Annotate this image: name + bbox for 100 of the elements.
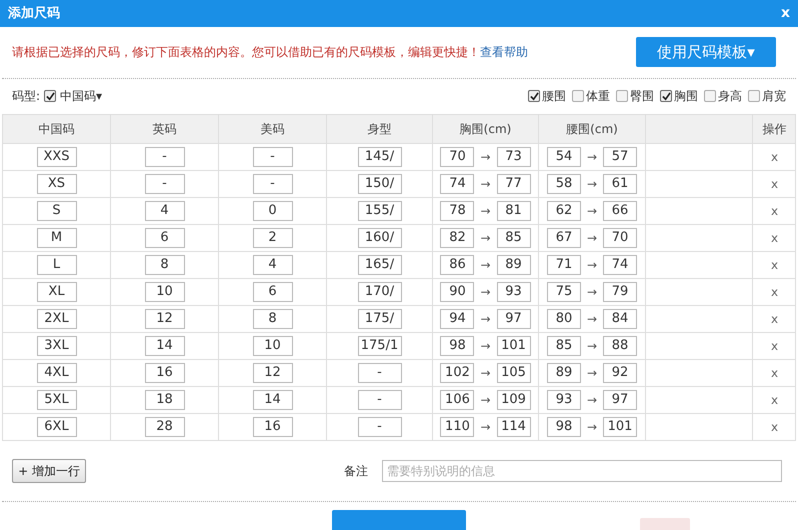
table-input[interactable]: 58 — [546, 174, 581, 194]
table-input[interactable]: 12 — [252, 362, 292, 383]
table-input[interactable]: - — [144, 146, 184, 167]
table-input[interactable]: - — [252, 146, 292, 167]
table-input[interactable]: 6 — [144, 228, 184, 248]
table-input[interactable]: 57 — [603, 146, 638, 167]
table-input[interactable]: 70 — [440, 146, 474, 167]
help-link[interactable]: 查看帮助 — [480, 43, 528, 62]
delete-button[interactable]: x — [770, 174, 778, 193]
table-input[interactable]: 175/ — [358, 308, 402, 329]
table-input[interactable]: 28 — [144, 416, 184, 437]
checkbox[interactable] — [528, 90, 540, 102]
checkbox[interactable] — [704, 90, 716, 102]
table-input[interactable]: S — [36, 200, 76, 221]
table-input[interactable]: 170/ — [358, 282, 402, 302]
table-input[interactable]: 14 — [252, 390, 292, 410]
table-input[interactable]: 81 — [496, 200, 531, 221]
table-input[interactable]: 114 — [496, 416, 531, 437]
table-input[interactable]: - — [358, 416, 402, 437]
table-input[interactable]: 61 — [603, 174, 638, 194]
remark-field[interactable]: 需要特别说明的信息 — [382, 460, 782, 482]
table-input[interactable]: 74 — [603, 254, 638, 275]
table-input[interactable]: 93 — [546, 390, 581, 410]
table-input[interactable]: 71 — [546, 254, 581, 275]
table-input[interactable]: 75 — [546, 282, 581, 302]
add-row-button[interactable]: + 增加一行 — [12, 458, 86, 483]
table-input[interactable]: 8 — [144, 254, 184, 275]
delete-button[interactable]: x — [770, 282, 778, 301]
table-input[interactable]: 73 — [496, 146, 531, 167]
checkbox[interactable] — [616, 90, 628, 102]
size-type-dropdown[interactable]: 中国码▾ — [60, 87, 102, 106]
table-input[interactable]: 98 — [440, 336, 474, 356]
table-input[interactable]: 89 — [496, 254, 531, 275]
table-input[interactable]: 155/ — [358, 200, 402, 221]
table-input[interactable]: 97 — [496, 308, 531, 329]
table-input[interactable]: 106 — [440, 390, 474, 410]
table-input[interactable]: 6XL — [36, 416, 76, 437]
table-input[interactable]: 90 — [440, 282, 474, 302]
checkbox[interactable] — [572, 90, 584, 102]
table-input[interactable]: 4XL — [36, 362, 76, 383]
table-input[interactable]: 89 — [546, 362, 581, 383]
table-input[interactable]: 101 — [603, 416, 638, 437]
table-input[interactable]: 79 — [603, 282, 638, 302]
table-input[interactable]: 4 — [144, 200, 184, 221]
table-input[interactable]: 101 — [496, 336, 531, 356]
table-input[interactable]: - — [144, 174, 184, 194]
table-input[interactable]: 110 — [440, 416, 474, 437]
table-input[interactable]: L — [36, 254, 76, 275]
table-input[interactable]: 10 — [252, 336, 292, 356]
table-input[interactable]: M — [36, 228, 76, 248]
table-input[interactable]: 18 — [144, 390, 184, 410]
table-input[interactable]: 5XL — [36, 390, 76, 410]
table-input[interactable]: 78 — [440, 200, 474, 221]
checkbox[interactable] — [748, 90, 760, 102]
table-input[interactable]: 85 — [496, 228, 531, 248]
table-input[interactable]: 2 — [252, 228, 292, 248]
table-input[interactable]: 98 — [546, 416, 581, 437]
table-input[interactable]: 97 — [603, 390, 638, 410]
checkbox[interactable] — [44, 90, 56, 102]
table-input[interactable]: 84 — [603, 308, 638, 329]
table-input[interactable]: 150/ — [358, 174, 402, 194]
table-input[interactable]: 67 — [546, 228, 581, 248]
table-input[interactable]: XXS — [36, 146, 76, 167]
table-input[interactable]: 0 — [252, 200, 292, 221]
table-input[interactable]: 16 — [252, 416, 292, 437]
table-input[interactable]: 88 — [603, 336, 638, 356]
table-input[interactable]: 105 — [496, 362, 531, 383]
delete-button[interactable]: x — [770, 148, 778, 166]
table-input[interactable]: 77 — [496, 174, 531, 194]
table-input[interactable]: 102 — [440, 362, 474, 383]
table-input[interactable]: 14 — [144, 336, 184, 356]
delete-button[interactable]: x — [770, 364, 778, 382]
delete-button[interactable]: x — [770, 310, 778, 328]
table-input[interactable]: 109 — [496, 390, 531, 410]
table-input[interactable]: 85 — [546, 336, 581, 356]
table-input[interactable]: - — [358, 362, 402, 383]
table-input[interactable]: 8 — [252, 308, 292, 329]
table-input[interactable]: 66 — [603, 200, 638, 221]
delete-button[interactable]: x — [770, 336, 778, 355]
table-input[interactable]: - — [252, 174, 292, 194]
table-input[interactable]: 70 — [603, 228, 638, 248]
table-input[interactable]: 92 — [603, 362, 638, 383]
table-input[interactable]: 54 — [546, 146, 581, 167]
delete-button[interactable]: x — [770, 390, 778, 409]
table-input[interactable]: 82 — [440, 228, 474, 248]
table-input[interactable]: 86 — [440, 254, 474, 275]
table-input[interactable]: 74 — [440, 174, 474, 194]
table-input[interactable]: 2XL — [36, 308, 76, 329]
delete-button[interactable]: x — [770, 228, 778, 247]
table-input[interactable]: 175/1 — [358, 336, 402, 356]
table-input[interactable]: 6 — [252, 282, 292, 302]
table-input[interactable]: 93 — [496, 282, 531, 302]
table-input[interactable]: 16 — [144, 362, 184, 383]
table-input[interactable]: 12 — [144, 308, 184, 329]
table-input[interactable]: 3XL — [36, 336, 76, 356]
table-input[interactable]: 10 — [144, 282, 184, 302]
table-input[interactable]: 165/ — [358, 254, 402, 275]
table-input[interactable]: XL — [36, 282, 76, 302]
table-input[interactable]: 145/ — [358, 146, 402, 167]
delete-button[interactable]: x — [770, 418, 778, 436]
